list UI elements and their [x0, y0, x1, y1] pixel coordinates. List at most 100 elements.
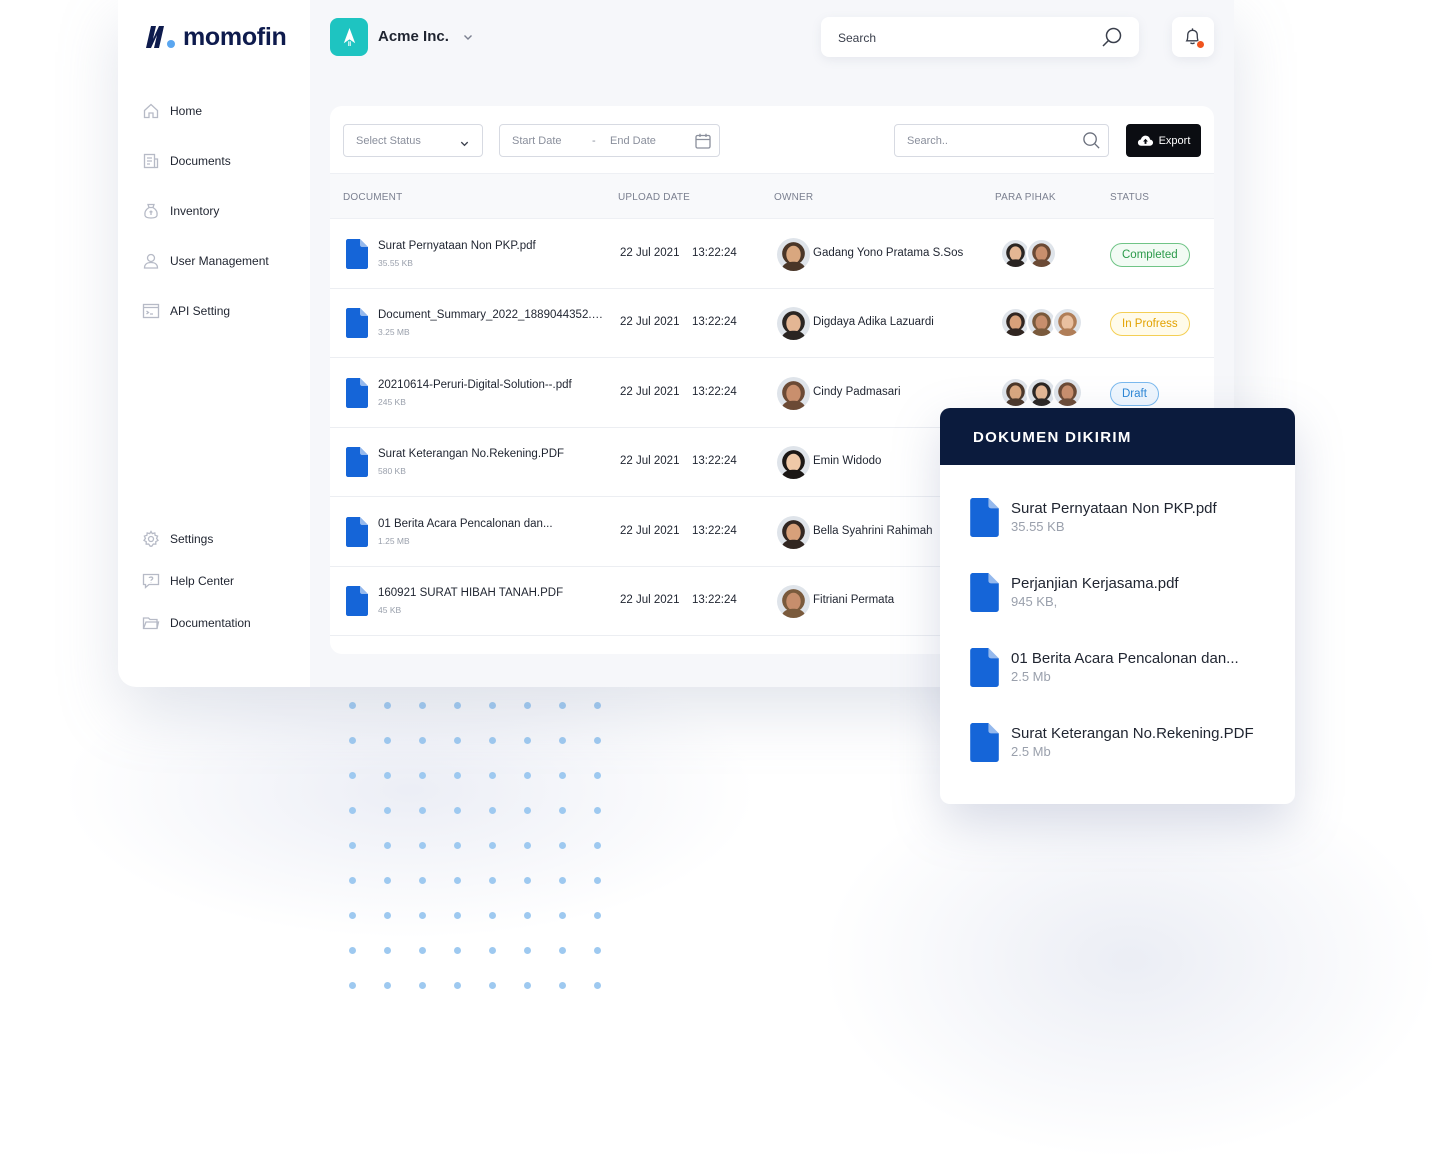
inventory-icon [142, 202, 160, 220]
decorative-dot [524, 982, 531, 989]
upload-date: 22 Jul 2021 [620, 455, 680, 468]
search-icon[interactable] [1101, 26, 1123, 48]
table-row[interactable]: Document_Summary_2022_1889044352.pdf 3.25… [330, 289, 1214, 359]
sidebar-item-label: API Setting [170, 304, 231, 318]
document-name[interactable]: 01 Berita Acara Pencalonan dan... [378, 518, 606, 530]
decorative-dot [419, 912, 426, 919]
owner-name: Fitriani Permata [813, 594, 895, 606]
decorative-dot [419, 702, 426, 709]
decorative-dot [454, 772, 461, 779]
decorative-dot [349, 772, 356, 779]
decorative-dot [489, 842, 496, 849]
company-name[interactable]: Acme Inc. [378, 28, 449, 45]
upload-date: 22 Jul 2021 [620, 316, 680, 329]
column-header-upload-date[interactable]: UPLOAD DATE [618, 192, 690, 203]
api-icon [142, 302, 160, 320]
momofin-logo-icon [142, 22, 176, 52]
para-pihak-avatars[interactable] [1000, 238, 1057, 270]
sidebar-item-user-management[interactable]: User Management [142, 251, 269, 271]
background-glow [820, 760, 1440, 1160]
document-name[interactable]: 160921 SURAT HIBAH TANAH.PDF [378, 587, 606, 599]
file-icon [346, 447, 368, 478]
upload-time: 13:22:24 [692, 524, 737, 537]
para-pihak-avatars[interactable] [1000, 307, 1083, 339]
owner-avatar [777, 585, 810, 618]
decorative-dot [419, 877, 426, 884]
decorative-dot [524, 737, 531, 744]
upload-time: 13:22:24 [692, 316, 737, 329]
document-name[interactable]: Surat Pernyataan Non PKP.pdf [378, 240, 606, 252]
owner-name: Digdaya Adika Lazuardi [813, 316, 934, 329]
decorative-dot [594, 807, 601, 814]
para-pihak-avatars[interactable] [1000, 376, 1083, 409]
panel-header: DOKUMEN DIKIRIM [940, 408, 1295, 465]
sidebar-item-api-setting[interactable]: API Setting [142, 301, 269, 321]
search-icon[interactable] [1082, 131, 1101, 150]
column-header-document[interactable]: DOCUMENT [343, 192, 402, 203]
start-date-field[interactable]: Start Date [512, 135, 562, 147]
user-icon [142, 252, 160, 270]
upload-time: 13:22:24 [692, 455, 737, 468]
upload-date: 22 Jul 2021 [620, 524, 680, 537]
notification-button[interactable] [1172, 17, 1214, 57]
decorative-dot [454, 737, 461, 744]
decorative-dot [454, 982, 461, 989]
upload-time: 13:22:24 [692, 247, 737, 259]
decorative-dot [559, 842, 566, 849]
table-search-input[interactable]: Search.. [894, 124, 1109, 157]
decorative-dot [594, 877, 601, 884]
sent-document-item[interactable]: Surat Pernyataan Non PKP.pdf 35.55 KB [940, 498, 1295, 558]
decorative-dot [524, 772, 531, 779]
decorative-dot [489, 737, 496, 744]
global-search-input[interactable]: Search [821, 17, 1139, 57]
export-button[interactable]: Export [1126, 124, 1201, 157]
sidebar-item-label: Inventory [170, 204, 220, 218]
upload-date: 22 Jul 2021 [620, 247, 680, 259]
decorative-dot [349, 912, 356, 919]
brand-logo[interactable]: momofin [142, 22, 287, 52]
owner-name: Emin Widodo [813, 455, 882, 468]
status-select[interactable]: Select Status [343, 124, 483, 157]
decorative-dot [384, 947, 391, 954]
sidebar-item-settings[interactable]: Settings [142, 529, 251, 549]
decorative-dot [559, 877, 566, 884]
file-icon [970, 648, 999, 687]
end-date-field[interactable]: End Date [610, 135, 656, 147]
help-icon [142, 572, 160, 590]
decorative-dot-grid [349, 702, 609, 992]
sidebar-item-help-center[interactable]: Help Center [142, 571, 251, 591]
sidebar-item-documents[interactable]: Documents [142, 151, 269, 171]
decorative-dot [349, 807, 356, 814]
column-header-status[interactable]: STATUS [1110, 192, 1149, 203]
sent-document-item[interactable]: 01 Berita Acara Pencalonan dan... 2.5 Mb [940, 648, 1295, 708]
file-icon [346, 586, 368, 616]
sidebar-item-inventory[interactable]: Inventory [142, 201, 269, 221]
document-name[interactable]: Surat Keterangan No.Rekening.PDF [378, 448, 606, 460]
decorative-dot [384, 807, 391, 814]
owner-avatar [777, 446, 810, 480]
sidebar-item-home[interactable]: Home [142, 101, 269, 121]
decorative-dot [384, 702, 391, 709]
decorative-dot [349, 702, 356, 709]
sent-document-size: 2.5 Mb [1011, 669, 1051, 684]
decorative-dot [489, 772, 496, 779]
document-name[interactable]: 20210614-Peruri-Digital-Solution--.pdf [378, 379, 606, 391]
company-avatar[interactable] [330, 18, 368, 56]
document-name[interactable]: Document_Summary_2022_1889044352.pdf [378, 309, 606, 321]
table-row[interactable]: Surat Pernyataan Non PKP.pdf 35.55 KB 22 J… [330, 220, 1214, 289]
file-icon [970, 573, 999, 612]
chevron-down-icon[interactable] [462, 30, 474, 42]
sent-document-item[interactable]: Perjanjian Kerjasama.pdf 945 KB, [940, 573, 1295, 633]
decorative-dot [419, 772, 426, 779]
brand-name: momofin [183, 22, 287, 51]
document-size: 35.55 KB [378, 258, 413, 268]
sidebar-item-documentation[interactable]: Documentation [142, 613, 251, 633]
home-icon [142, 102, 160, 120]
upload-date: 22 Jul 2021 [620, 385, 680, 398]
file-icon [970, 498, 999, 537]
date-range-picker[interactable]: Start Date - End Date [499, 124, 720, 157]
calendar-icon[interactable] [694, 132, 712, 150]
column-header-owner[interactable]: OWNER [774, 192, 813, 203]
sent-document-item[interactable]: Surat Keterangan No.Rekening.PDF 2.5 Mb [940, 723, 1295, 783]
column-header-para-pihak[interactable]: PARA PIHAK [995, 192, 1056, 203]
